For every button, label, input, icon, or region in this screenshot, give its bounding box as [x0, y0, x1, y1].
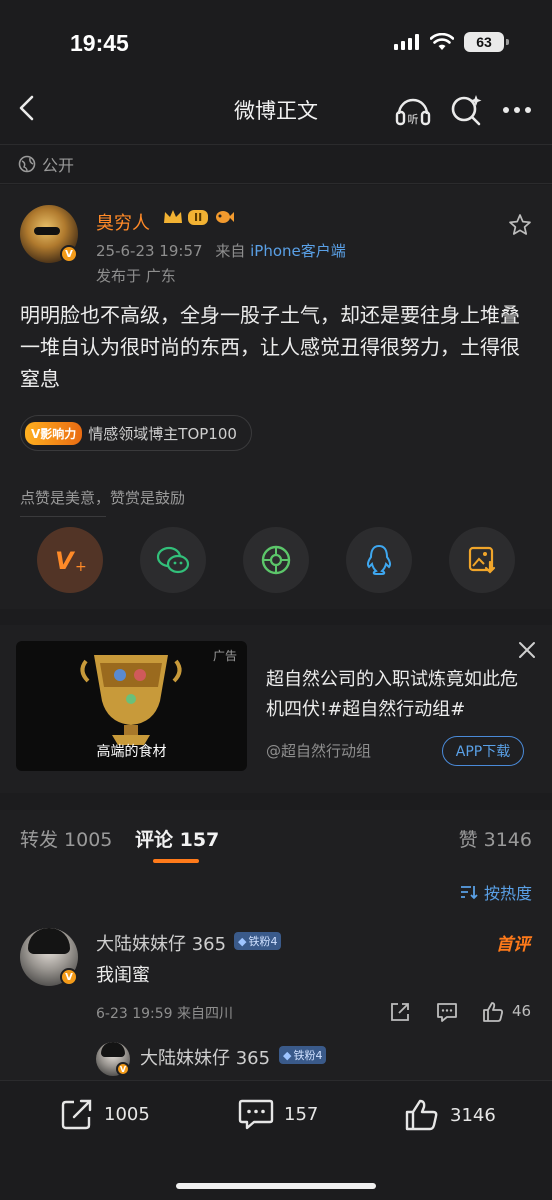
- share-comment-icon[interactable]: [388, 1000, 412, 1024]
- comment-text: 我闺蜜: [96, 965, 150, 986]
- battery-indicator: 63: [464, 32, 509, 52]
- sort-button[interactable]: 按热度: [460, 880, 532, 904]
- crown-icon: [164, 210, 182, 223]
- visibility-label: 公开: [42, 156, 75, 175]
- hint-divider: [20, 516, 106, 517]
- reply-fan-badge-label: 铁粉4: [293, 1049, 323, 1062]
- comment-like-count: 46: [512, 1002, 532, 1020]
- reward-button[interactable]: V +: [37, 527, 103, 593]
- moments-icon: [261, 545, 291, 575]
- source-prefix: 来自: [215, 242, 246, 260]
- verified-badge: V: [60, 245, 78, 263]
- reply-diamond-icon: ◆: [283, 1048, 292, 1062]
- ad-title[interactable]: 超自然公司的入职试炼竟如此危机四伏!#超自然行动组#: [266, 665, 526, 725]
- diamond-icon: ◆: [238, 934, 247, 948]
- wechat-icon: [156, 546, 190, 574]
- sort-row: 按热度: [0, 866, 552, 916]
- status-bar: 19:45 63: [0, 0, 552, 80]
- save-image-icon: [468, 546, 496, 574]
- share-qq-button[interactable]: [346, 527, 412, 593]
- favorite-star-icon[interactable]: [508, 213, 532, 237]
- comment-meta: 6-23 19:59 来自四川: [96, 1006, 234, 1022]
- fan-badge-label: 铁粉4: [248, 935, 278, 948]
- visibility-row: 公开: [0, 144, 552, 184]
- status-icons: 63: [394, 32, 509, 52]
- post-location: 发布于 广东: [96, 267, 176, 285]
- influence-badge[interactable]: V影响力 情感领域博主TOP100: [20, 415, 252, 451]
- tab-reposts[interactable]: 转发 1005: [20, 825, 112, 852]
- reply-comment-icon[interactable]: [435, 1000, 459, 1024]
- ad-card[interactable]: 广告 高端的食材 超自然公司的入职试炼竟如此危机四伏!#超自然行动组# @超自然…: [0, 625, 552, 793]
- ad-tag: 广告: [212, 649, 237, 663]
- reply-author-name[interactable]: 大陆妹妹仔 365: [140, 1044, 270, 1070]
- home-indicator[interactable]: [176, 1183, 376, 1189]
- author-badges: II: [162, 207, 235, 227]
- like-comment-icon[interactable]: [481, 1000, 505, 1024]
- svg-text:+: +: [75, 559, 87, 575]
- comment-list: V 大陆妹妹仔 365 ◆ 铁粉4 首评 我闺蜜 6-23 19:59 来自四川…: [0, 916, 552, 1080]
- comment-count: 157: [284, 1103, 319, 1125]
- listen-icon[interactable]: 听: [393, 90, 433, 130]
- repost-icon: [61, 1099, 92, 1130]
- post-meta: 25-6-23 19:57 来自 iPhone客户端: [96, 240, 346, 261]
- active-tab-indicator: [153, 859, 199, 863]
- share-wechat-button[interactable]: [140, 527, 206, 593]
- ad-download-button[interactable]: APP下载: [442, 736, 524, 766]
- tab-likes[interactable]: 赞 3146: [459, 825, 532, 852]
- like-hint: 点赞是美意，赞赏是鼓励: [20, 489, 186, 507]
- nav-bar: 微博正文 听: [0, 80, 552, 138]
- save-image-button[interactable]: [449, 527, 515, 593]
- svg-text:听: 听: [408, 113, 419, 126]
- status-time: 19:45: [70, 30, 129, 56]
- close-icon[interactable]: [516, 639, 538, 661]
- repost-count: 1005: [104, 1103, 150, 1125]
- wifi-icon: [430, 33, 454, 50]
- author-name[interactable]: 臭穷人: [96, 209, 150, 235]
- comment-tabs: 转发 1005 评论 157 赞 3146: [0, 810, 552, 866]
- ad-image[interactable]: 广告 高端的食材: [16, 641, 247, 771]
- fan-badge: ◆ 铁粉4: [234, 932, 282, 950]
- comment-icon: [238, 1099, 274, 1130]
- more-icon[interactable]: [498, 90, 538, 130]
- post-source[interactable]: iPhone客户端: [250, 242, 346, 260]
- sort-icon: [460, 886, 478, 900]
- fish-icon: [216, 211, 235, 223]
- commenter-name[interactable]: 大陆妹妹仔 365: [96, 930, 226, 956]
- influence-label: 情感领域博主TOP100: [88, 424, 237, 443]
- signal-icon: [394, 34, 419, 50]
- search-icon[interactable]: [446, 90, 486, 130]
- reply-fan-badge: ◆ 铁粉4: [279, 1046, 327, 1064]
- ad-account[interactable]: @超自然行动组: [266, 740, 371, 761]
- tab-comments[interactable]: 评论 157: [135, 825, 219, 852]
- like-button[interactable]: 3146: [404, 1097, 496, 1133]
- post-card: V 臭穷人 II 25-6-23 19:57 来自 iPhone客户端 发布于 …: [0, 185, 552, 609]
- reward-icon: V +: [55, 547, 87, 575]
- share-row: V +: [0, 527, 552, 593]
- qq-icon: [366, 544, 392, 575]
- comment-button[interactable]: 157: [238, 1097, 318, 1131]
- post-text: 明明脸也不高级，全身一股子土气，却还是要往身上堆叠一堆自认为很时尚的东西，让人感…: [20, 303, 520, 391]
- sort-label: 按热度: [483, 884, 532, 903]
- svg-text:V: V: [55, 547, 76, 575]
- commenter-verified-badge: V: [60, 968, 78, 986]
- globe-icon: [18, 155, 36, 173]
- level-badge: II: [188, 209, 209, 225]
- bottom-action-bar: 1005 157 3146: [0, 1080, 552, 1200]
- influence-tag: V影响力: [25, 421, 83, 445]
- first-comment-badge: 首评: [496, 935, 530, 955]
- repost-button[interactable]: 1005: [60, 1097, 150, 1131]
- ad-image-caption: 高端的食材: [96, 744, 167, 760]
- reply-verified-badge: V: [116, 1062, 130, 1076]
- thumbs-up-icon: [405, 1099, 438, 1131]
- share-moments-button[interactable]: [243, 527, 309, 593]
- like-count: 3146: [450, 1104, 496, 1126]
- post-date: 25-6-23 19:57: [96, 242, 203, 260]
